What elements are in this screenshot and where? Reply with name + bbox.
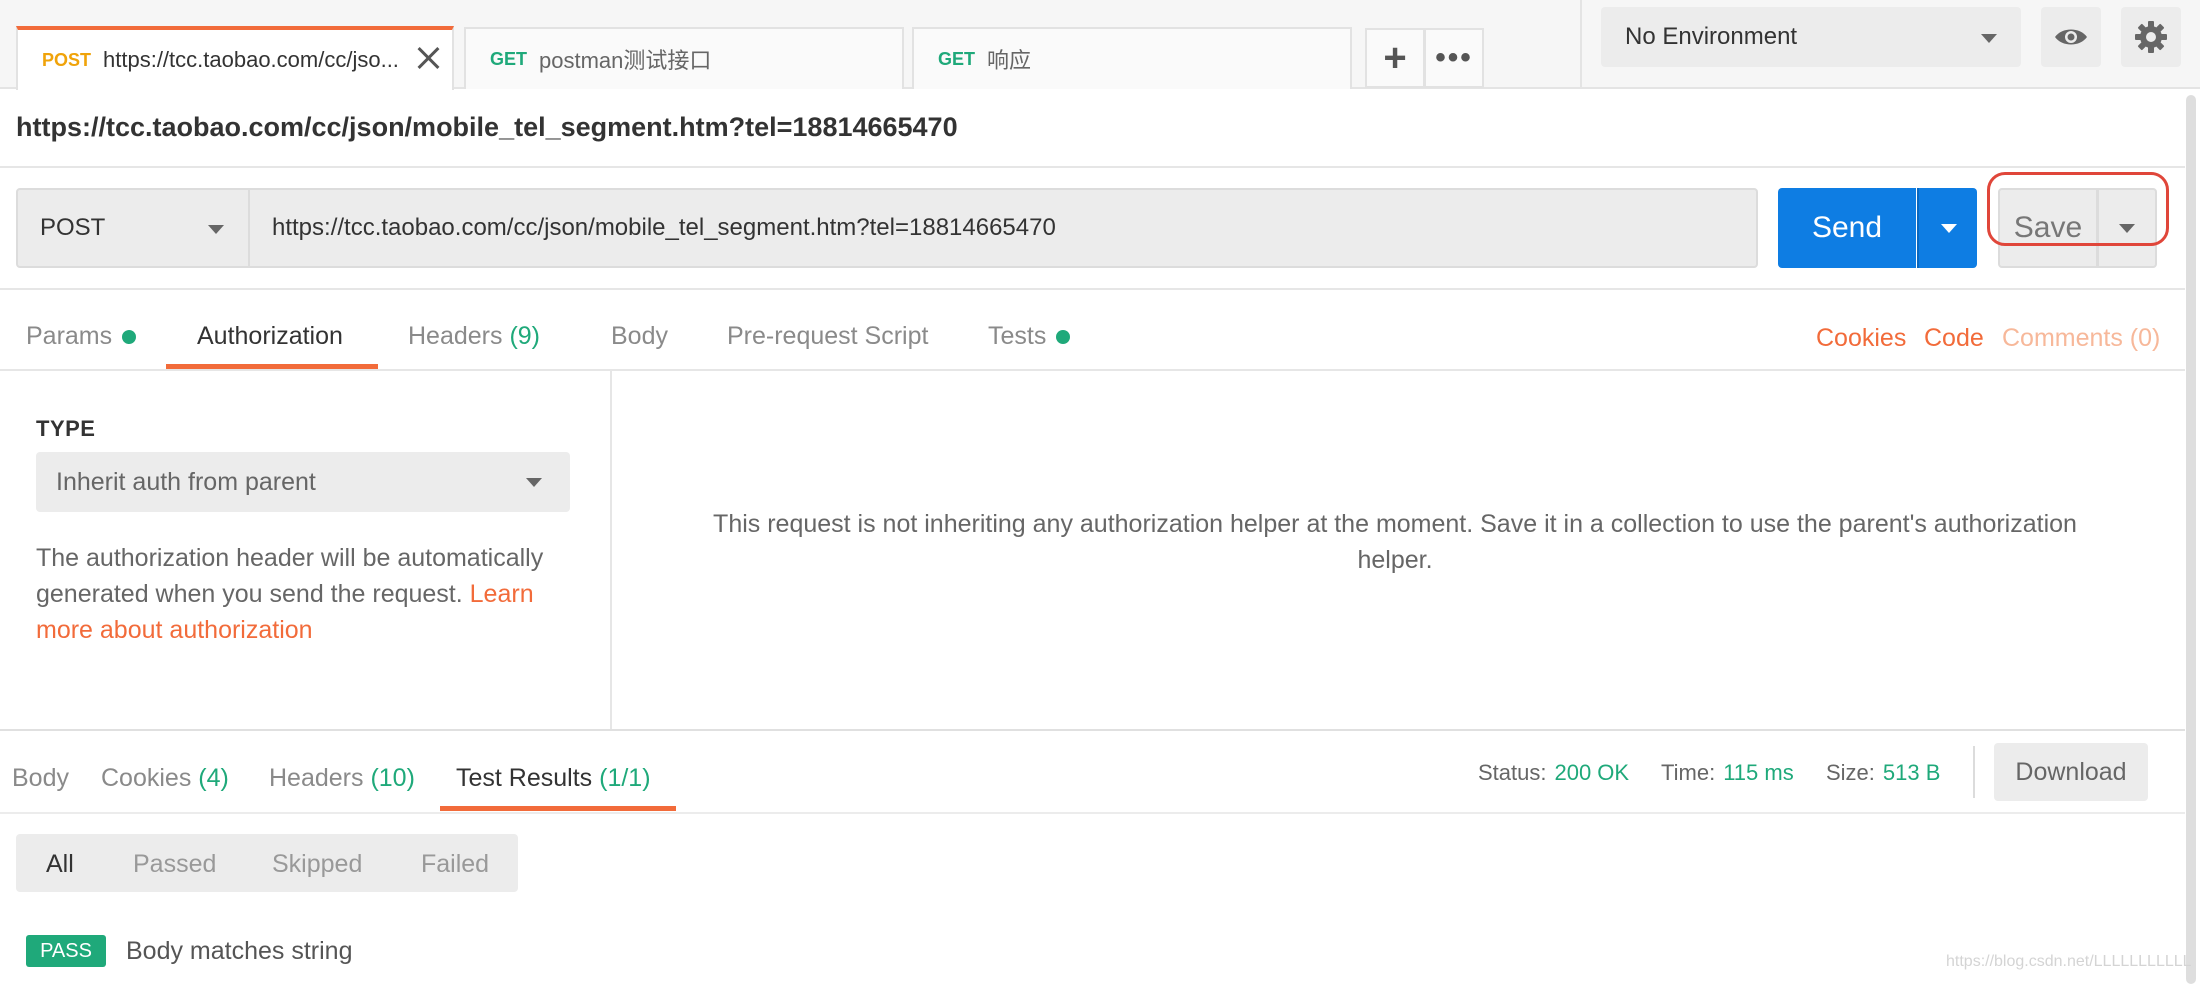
response-tab-body[interactable]: Body <box>12 764 69 793</box>
send-button[interactable]: Send <box>1778 188 1916 268</box>
test-name: Body matches string <box>126 937 353 965</box>
tab-label: Body <box>611 322 668 350</box>
response-size: Size: 513 B <box>1826 760 1940 786</box>
plus-icon: + <box>1383 36 1407 80</box>
tab-label: Authorization <box>197 322 343 350</box>
response-time: Time: 115 ms <box>1661 760 1794 786</box>
divider <box>0 166 2185 168</box>
gear-icon <box>2135 21 2167 53</box>
chevron-down-icon <box>526 478 542 487</box>
filter-all[interactable]: All <box>46 850 74 879</box>
tab-method-badge: GET <box>490 48 528 69</box>
size-label: Size: <box>1826 760 1875 785</box>
tab-count: (10) <box>370 764 415 792</box>
environment-quick-look-button[interactable] <box>2041 7 2101 67</box>
request-tab-active[interactable]: POST https://tcc.taobao.com/cc/jso... <box>16 26 454 90</box>
send-options-button[interactable] <box>1917 188 1977 268</box>
request-title[interactable]: https://tcc.taobao.com/cc/json/mobile_te… <box>16 112 958 143</box>
download-button[interactable]: Download <box>1994 743 2148 801</box>
environment-value: No Environment <box>1625 23 1798 50</box>
tab-label: Tests <box>988 322 1047 350</box>
time-label: Time: <box>1661 760 1716 785</box>
request-tab[interactable]: GET 响应 <box>912 27 1352 89</box>
vertical-scrollbar[interactable] <box>2186 95 2196 984</box>
auth-type-select[interactable]: Inherit auth from parent <box>36 452 570 512</box>
tab-label: Headers <box>269 764 364 792</box>
tab-label: Headers <box>408 322 503 350</box>
divider <box>0 369 2185 371</box>
tab-method-badge: POST <box>42 49 92 70</box>
divider <box>0 288 2185 290</box>
filter-passed[interactable]: Passed <box>133 850 216 879</box>
tab-title: https://tcc.taobao.com/cc/jso... <box>103 47 399 72</box>
tab-label: Params <box>26 322 113 350</box>
toolbar-divider <box>1580 0 1582 89</box>
tab-count: (4) <box>198 764 229 792</box>
panel-divider <box>610 370 612 730</box>
active-tab-underline <box>440 806 676 811</box>
tab-headers[interactable]: Headers (9) <box>408 322 540 351</box>
divider <box>0 729 2185 731</box>
auth-description-text: The authorization header will be automat… <box>36 544 544 608</box>
pass-badge: PASS <box>26 935 106 967</box>
tab-pre-request-script[interactable]: Pre-request Script <box>727 322 928 351</box>
send-label: Send <box>1811 211 1883 244</box>
divider <box>1973 746 1975 798</box>
auth-info-message: This request is not inheriting any autho… <box>713 510 2077 574</box>
response-tab-cookies[interactable]: Cookies (4) <box>101 764 229 793</box>
chevron-down-icon <box>208 225 224 234</box>
tab-label: Body <box>12 764 69 792</box>
tab-title: postman测试接口 <box>539 48 712 73</box>
code-link[interactable]: Code <box>1924 324 1984 353</box>
filter-skipped[interactable]: Skipped <box>272 850 362 879</box>
settings-button[interactable] <box>2121 7 2181 67</box>
size-value: 513 B <box>1882 760 1941 785</box>
status-dot <box>1056 330 1071 345</box>
comments-link[interactable]: Comments (0) <box>2002 324 2160 353</box>
more-tabs-button[interactable]: ••• <box>1424 28 1484 88</box>
response-tab-headers[interactable]: Headers (10) <box>269 764 415 793</box>
download-label: Download <box>2015 757 2127 786</box>
tab-tests[interactable]: Tests <box>988 322 1071 351</box>
tab-method-badge: GET <box>938 48 976 69</box>
cookies-link[interactable]: Cookies <box>1816 324 1906 353</box>
response-status: Status: 200 OK <box>1478 760 1629 786</box>
status-value: 200 OK <box>1554 760 1630 785</box>
time-value: 115 ms <box>1723 760 1794 785</box>
auth-type-value: Inherit auth from parent <box>56 467 316 496</box>
tab-title: 响应 <box>987 48 1032 73</box>
url-value: https://tcc.taobao.com/cc/json/mobile_te… <box>272 214 1056 241</box>
tab-count: (9) <box>509 322 541 350</box>
status-dot <box>122 330 137 345</box>
auth-type-label: TYPE <box>36 416 96 441</box>
url-input[interactable]: https://tcc.taobao.com/cc/json/mobile_te… <box>248 188 1758 268</box>
chevron-down-icon <box>1981 34 1997 43</box>
close-icon[interactable] <box>414 44 442 72</box>
tab-label: Cookies <box>101 764 192 792</box>
environment-select[interactable]: No Environment <box>1601 7 2021 67</box>
method-select[interactable]: POST <box>16 188 250 268</box>
chevron-down-icon <box>1941 224 1957 233</box>
tab-count: (1/1) <box>599 764 651 792</box>
eye-icon <box>2055 29 2087 45</box>
tab-label: Test Results <box>456 764 593 792</box>
request-tab[interactable]: GET postman测试接口 <box>464 27 904 89</box>
auth-description: The authorization header will be automat… <box>36 540 581 648</box>
response-tab-test-results[interactable]: Test Results (1/1) <box>456 764 651 793</box>
filter-failed[interactable]: Failed <box>421 850 489 879</box>
save-highlight-annotation <box>1987 172 2169 246</box>
tab-body[interactable]: Body <box>611 322 668 351</box>
status-label: Status: <box>1478 760 1547 785</box>
divider <box>0 812 2185 814</box>
watermark: https://blog.csdn.net/LLLLLLLLLLL <box>1946 953 2192 970</box>
method-value: POST <box>40 214 106 241</box>
tab-params[interactable]: Params <box>26 322 137 351</box>
new-tab-button[interactable]: + <box>1365 28 1425 88</box>
tab-label: Pre-request Script <box>727 322 929 350</box>
more-icon: ••• <box>1435 41 1473 74</box>
tab-authorization[interactable]: Authorization <box>197 322 343 351</box>
